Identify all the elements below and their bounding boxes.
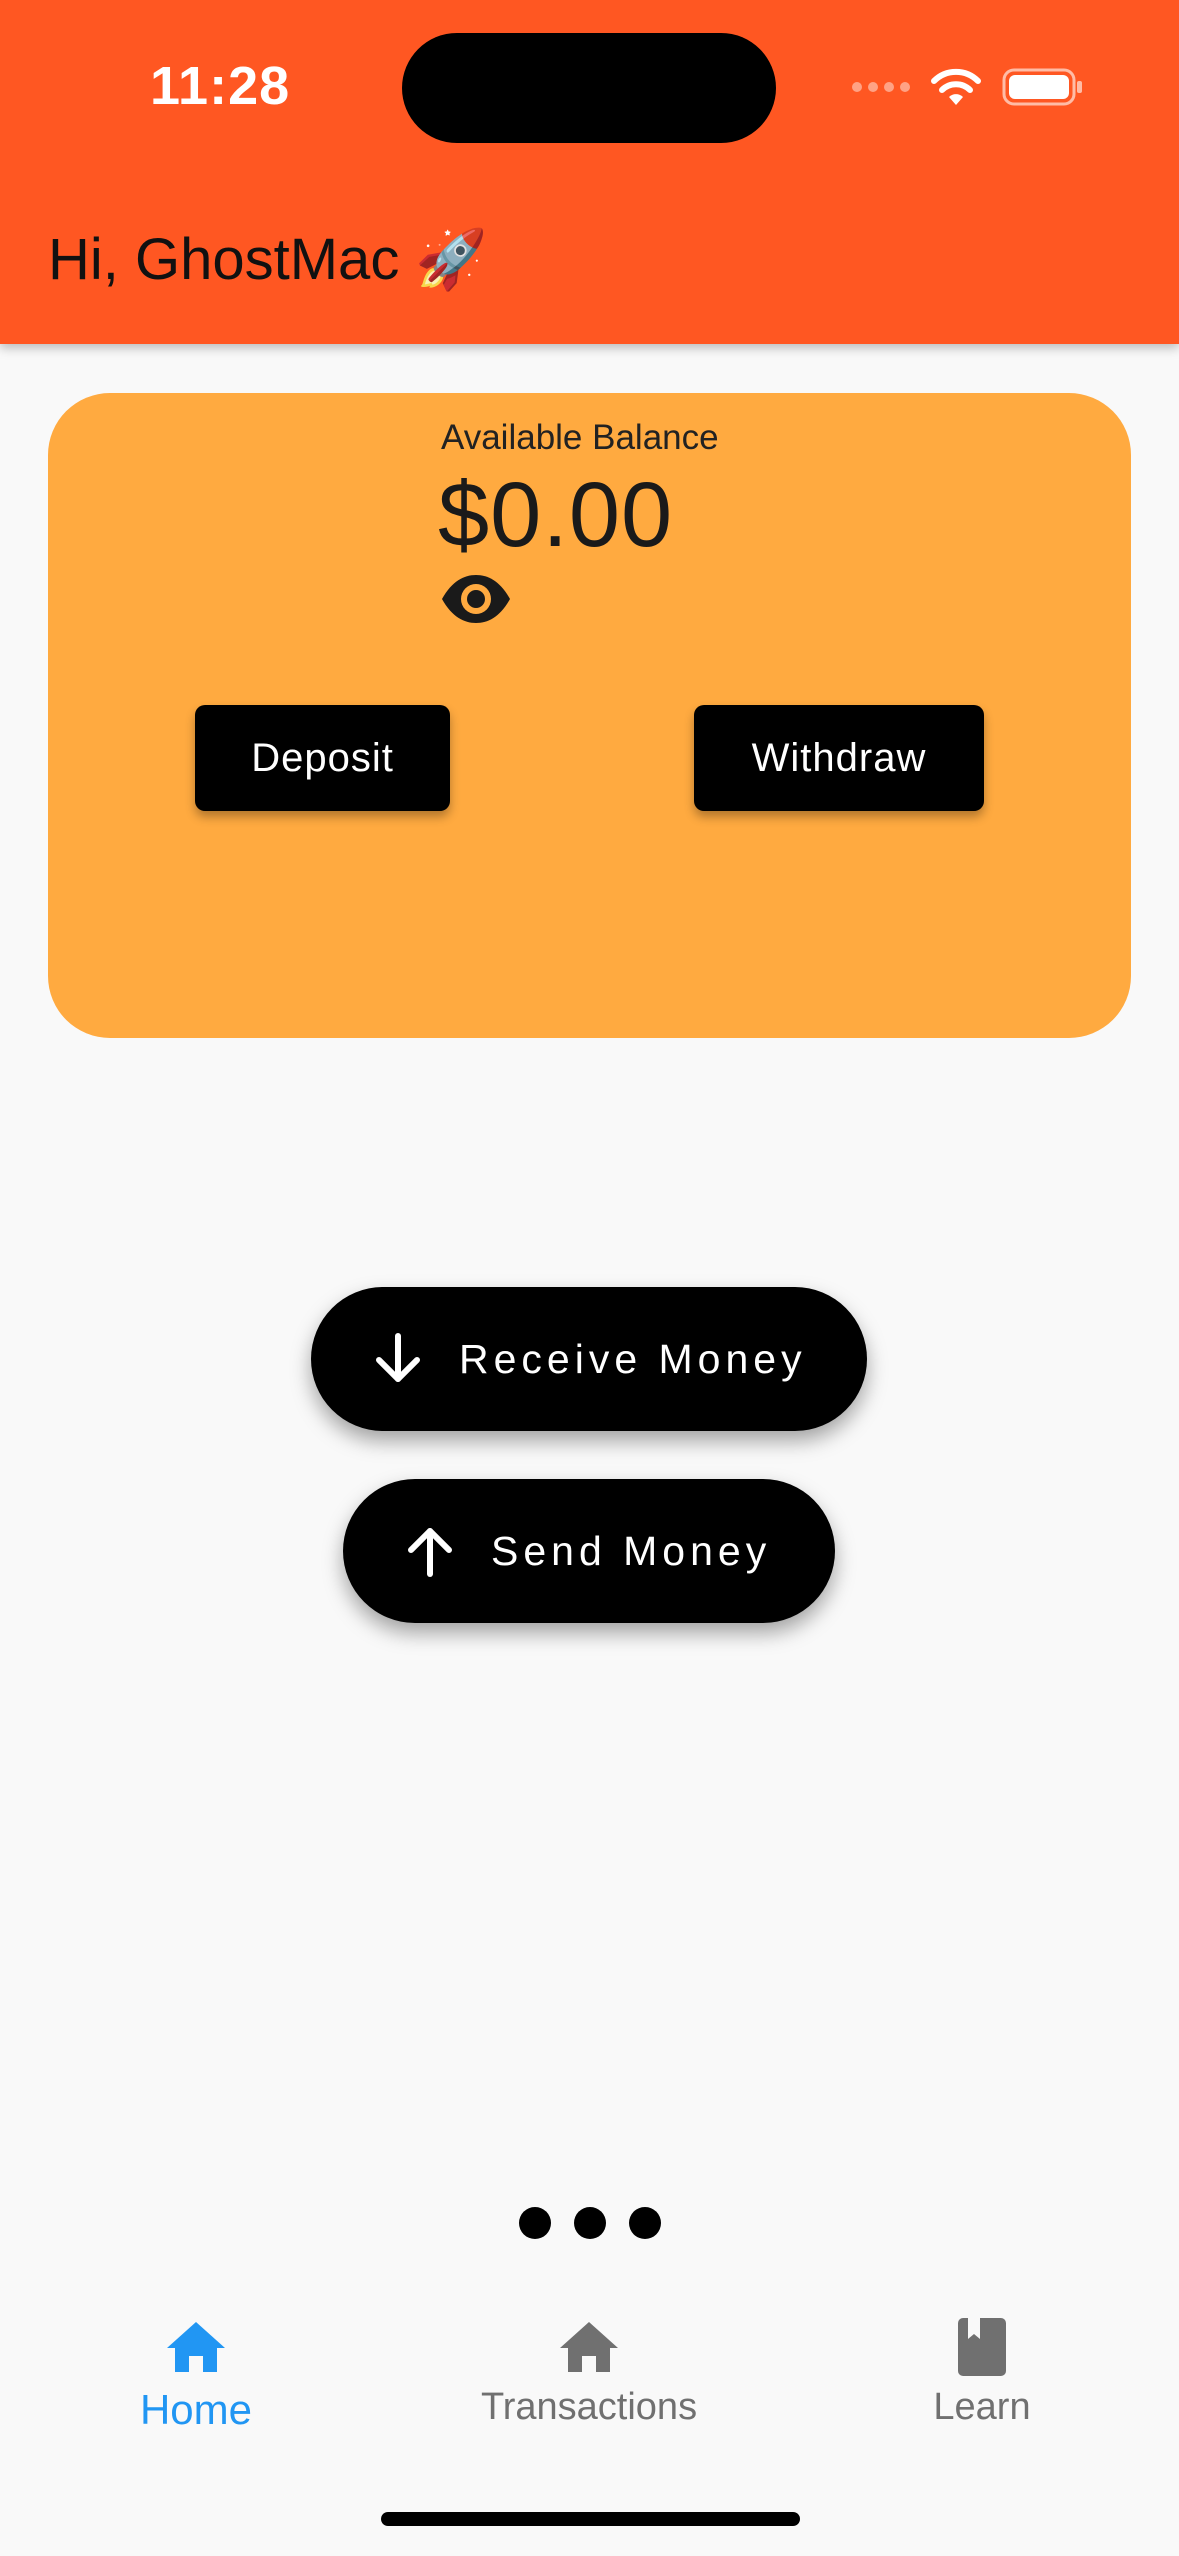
status-time: 11:28 (150, 56, 291, 116)
receive-money-button[interactable]: Receive Money (311, 1287, 867, 1431)
deposit-button[interactable]: Deposit (195, 705, 450, 811)
send-money-label: Send Money (491, 1527, 772, 1574)
send-money-button[interactable]: Send Money (343, 1479, 835, 1623)
nav-label-home: Home (139, 2386, 253, 2433)
nav-label-transactions: Transactions (480, 2386, 698, 2428)
home-indicator[interactable] (381, 2512, 800, 2526)
nav-item-home[interactable]: Home (36, 2314, 356, 2434)
nav-item-transactions[interactable]: Transactions (429, 2314, 749, 2429)
arrow-up-icon (401, 1522, 459, 1580)
battery-icon (1002, 68, 1082, 106)
page-dot[interactable] (629, 2207, 661, 2239)
page-dot[interactable] (519, 2207, 551, 2239)
book-icon (949, 2314, 1015, 2380)
cellular-signal-icon (852, 82, 910, 92)
status-icons (852, 62, 1084, 112)
withdraw-button[interactable]: Withdraw (694, 705, 984, 811)
page-dot[interactable] (574, 2207, 606, 2239)
balance-amount: $0.00 (438, 464, 674, 566)
home-icon (556, 2314, 622, 2380)
greeting-title: Hi, GhostMac 🚀 (48, 227, 488, 292)
eye-icon[interactable] (440, 571, 512, 627)
arrow-down-icon (369, 1330, 427, 1388)
wifi-icon (931, 68, 981, 105)
dynamic-island (402, 33, 776, 143)
home-icon (163, 2314, 229, 2380)
receive-money-label: Receive Money (459, 1335, 807, 1382)
nav-item-learn[interactable]: Learn (822, 2314, 1142, 2429)
page-indicator[interactable] (519, 2207, 661, 2239)
nav-label-learn: Learn (933, 2386, 1031, 2428)
balance-card: Available Balance $0.00 Deposit Withdraw (48, 393, 1131, 1038)
app-bar: 11:28 Hi, GhostMac 🚀 (0, 0, 1179, 344)
balance-label: Available Balance (441, 418, 719, 457)
